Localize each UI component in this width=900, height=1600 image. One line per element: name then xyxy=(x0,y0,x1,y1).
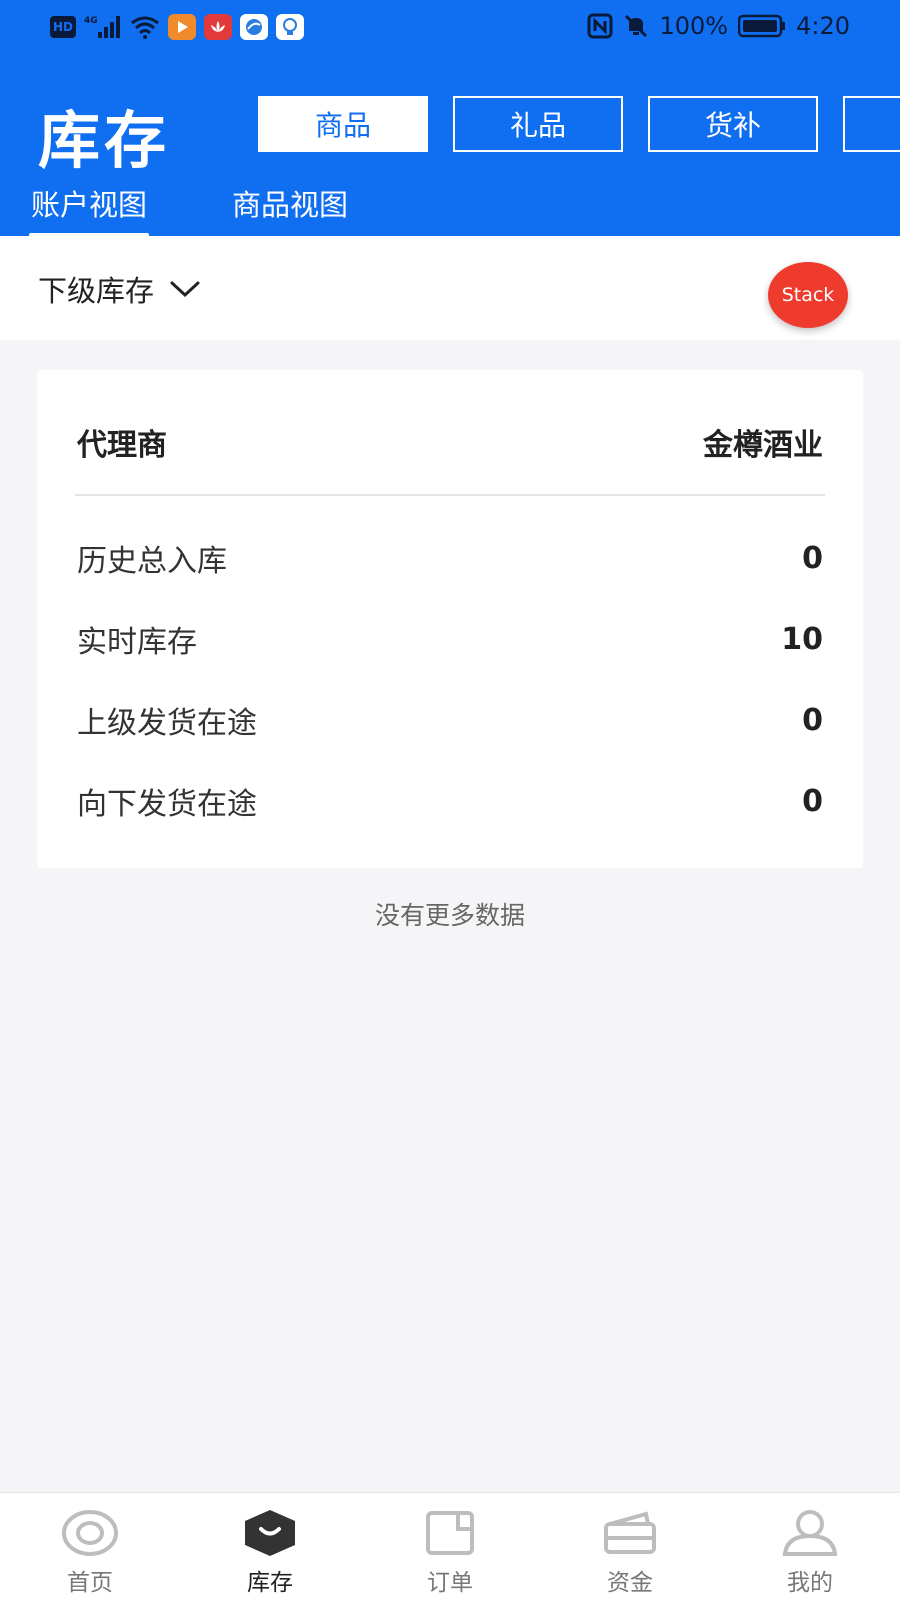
page-title: 库存 xyxy=(38,104,171,177)
clock: 4:20 xyxy=(796,12,850,40)
status-right: 100% 4:20 xyxy=(587,12,850,40)
stat-value: 10 xyxy=(781,621,823,657)
segment-more[interactable] xyxy=(843,96,900,152)
nfc-icon xyxy=(587,13,613,39)
stat-row: 历史总入库 0 xyxy=(77,538,823,580)
status-left: HD 4G xyxy=(50,14,304,40)
tab-goods-view[interactable]: 商品视图 xyxy=(232,182,348,224)
stat-row: 向下发货在途 0 xyxy=(77,781,823,823)
nav-label: 我的 xyxy=(787,1570,833,1596)
nav-label: 资金 xyxy=(607,1570,653,1596)
nav-label: 订单 xyxy=(427,1570,473,1596)
stat-label: 实时库存 xyxy=(77,625,197,660)
stat-label: 向下发货在途 xyxy=(77,787,257,822)
nav-funds[interactable]: 资金 xyxy=(540,1493,720,1600)
nav-inventory[interactable]: 库存 xyxy=(180,1493,360,1600)
battery-percent: 100% xyxy=(659,12,729,40)
dropdown-label: 下级库存 xyxy=(38,274,155,308)
inventory-icon xyxy=(240,1507,300,1559)
no-more-data-text: 没有更多数据 xyxy=(374,901,525,930)
bulb-app-icon xyxy=(276,14,304,40)
top-header: HD 4G 100% 4:20 库存 商品 礼品 货补 账户视图 商品视图 xyxy=(0,0,900,236)
wallet-icon xyxy=(600,1507,660,1559)
chevron-down-icon xyxy=(170,281,200,298)
segment-supplement[interactable]: 货补 xyxy=(648,96,818,152)
tab-account-view[interactable]: 账户视图 xyxy=(28,182,150,236)
stat-value: 0 xyxy=(802,783,823,819)
nav-orders[interactable]: 订单 xyxy=(360,1493,540,1600)
stat-value: 0 xyxy=(802,540,823,576)
hd-icon: HD xyxy=(50,16,76,38)
stat-label: 历史总入库 xyxy=(77,544,227,579)
bottom-navigation: 首页 库存 订单 资金 我的 xyxy=(0,1492,900,1600)
stack-button[interactable]: Stack xyxy=(768,262,848,328)
mute-bell-icon xyxy=(625,14,648,38)
wifi-icon xyxy=(131,16,159,39)
home-icon xyxy=(60,1507,120,1559)
nav-profile[interactable]: 我的 xyxy=(720,1493,900,1600)
nav-label: 首页 xyxy=(67,1570,113,1596)
filter-bar: 下级库存 xyxy=(0,236,900,340)
agent-name: 金樽酒业 xyxy=(703,428,823,463)
nav-label: 库存 xyxy=(247,1570,293,1596)
stat-row: 实时库存 10 xyxy=(77,619,823,661)
stat-label: 上级发货在途 xyxy=(77,706,257,741)
order-icon xyxy=(420,1507,480,1559)
profile-icon xyxy=(780,1507,840,1559)
segment-gifts[interactable]: 礼品 xyxy=(453,96,623,152)
subordinate-inventory-dropdown[interactable]: 下级库存 xyxy=(38,268,200,310)
video-app-icon xyxy=(168,14,196,40)
segment-goods[interactable]: 商品 xyxy=(258,96,428,152)
card-divider xyxy=(75,494,825,496)
stat-value: 0 xyxy=(802,702,823,738)
lotus-app-icon xyxy=(204,14,232,40)
status-bar: HD 4G 100% 4:20 xyxy=(0,0,900,56)
battery-icon xyxy=(738,14,786,38)
stat-row: 上级发货在途 0 xyxy=(77,700,823,742)
signal-icon: 4G xyxy=(84,16,120,38)
agent-inventory-card: 代理商 金樽酒业 历史总入库 0 实时库存 10 上级发货在途 0 向下发货在途… xyxy=(37,370,863,868)
network-type: 4G xyxy=(84,16,98,26)
nav-home[interactable]: 首页 xyxy=(0,1493,180,1600)
agent-label: 代理商 xyxy=(77,428,167,463)
browser-app-icon xyxy=(240,14,268,40)
